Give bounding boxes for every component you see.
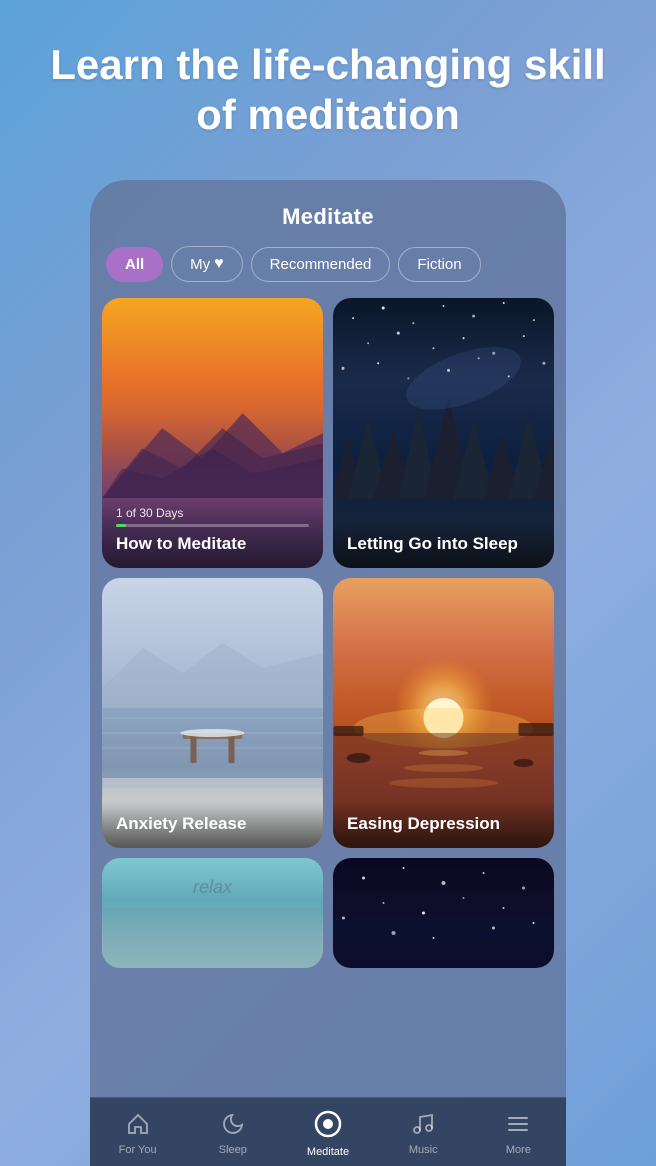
menu-icon xyxy=(506,1112,530,1140)
content-area: 1 of 30 Days How to Meditate xyxy=(90,298,566,1097)
filter-tab-all[interactable]: All xyxy=(106,247,163,282)
nav-label-meditate: Meditate xyxy=(307,1146,349,1158)
app-header: Meditate xyxy=(90,180,566,246)
card-1-label: 1 of 30 Days How to Meditate xyxy=(102,494,323,568)
card-1-title: How to Meditate xyxy=(116,533,309,554)
card6-illustration xyxy=(333,858,554,968)
home-icon xyxy=(126,1112,150,1140)
card-4-title: Easing Depression xyxy=(347,813,540,834)
card-letting-go-into-sleep[interactable]: Letting Go into Sleep xyxy=(333,298,554,568)
filter-tab-my[interactable]: My ♥ xyxy=(171,246,243,282)
app-card: Meditate All My ♥ Recommended Fiction xyxy=(90,180,566,1166)
heart-icon: ♥ xyxy=(214,255,224,273)
meditate-icon xyxy=(314,1110,342,1142)
moon-icon xyxy=(221,1112,245,1140)
card-partial-2[interactable] xyxy=(333,858,554,968)
nav-label-sleep: Sleep xyxy=(219,1144,247,1156)
card5-illustration: relax xyxy=(102,858,323,968)
music-icon xyxy=(411,1112,435,1140)
nav-item-more[interactable]: More xyxy=(471,1112,566,1156)
nav-label-more: More xyxy=(506,1144,531,1156)
card-anxiety-release[interactable]: Anxiety Release xyxy=(102,578,323,848)
nav-item-meditate[interactable]: Meditate xyxy=(280,1110,375,1158)
card-3-title: Anxiety Release xyxy=(116,813,309,834)
nav-label-for-you: For You xyxy=(119,1144,157,1156)
progress-section: 1 of 30 Days xyxy=(116,506,309,527)
card-easing-depression[interactable]: Easing Depression xyxy=(333,578,554,848)
card-2-title: Letting Go into Sleep xyxy=(347,533,540,554)
progress-text: 1 of 30 Days xyxy=(116,506,309,520)
nav-item-music[interactable]: Music xyxy=(376,1112,471,1156)
hero-title: Learn the life-changing skill of meditat… xyxy=(0,0,656,171)
svg-text:relax: relax xyxy=(193,877,233,897)
filter-tab-recommended[interactable]: Recommended xyxy=(251,247,391,282)
card-4-label: Easing Depression xyxy=(333,801,554,848)
card-grid: 1 of 30 Days How to Meditate xyxy=(102,298,554,978)
card-3-label: Anxiety Release xyxy=(102,801,323,848)
filter-tabs: All My ♥ Recommended Fiction xyxy=(90,246,566,298)
nav-label-music: Music xyxy=(409,1144,438,1156)
progress-bar-fill xyxy=(116,524,126,527)
nav-item-sleep[interactable]: Sleep xyxy=(185,1112,280,1156)
nav-item-for-you[interactable]: For You xyxy=(90,1112,185,1156)
app-title: Meditate xyxy=(282,204,374,229)
card-2-label: Letting Go into Sleep xyxy=(333,521,554,568)
filter-tab-fiction[interactable]: Fiction xyxy=(398,247,480,282)
bottom-nav: For You Sleep Meditate xyxy=(90,1097,566,1166)
card-how-to-meditate[interactable]: 1 of 30 Days How to Meditate xyxy=(102,298,323,568)
card-partial-1[interactable]: relax xyxy=(102,858,323,968)
progress-bar-background xyxy=(116,524,309,527)
